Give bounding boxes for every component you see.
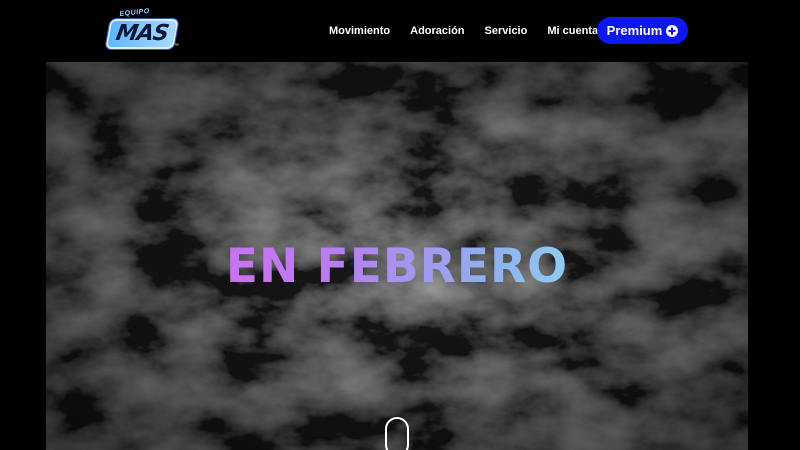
hero-banner: EN FEBRERO — [46, 62, 748, 450]
page: EQUIPO MAS ™ Movimiento Adoración Servic… — [0, 0, 800, 450]
main-nav: Movimiento Adoración Servicio Mi cuenta — [329, 24, 598, 38]
equipo-mas-logo[interactable]: EQUIPO MAS ™ — [105, 7, 180, 49]
logo-trademark: ™ — [174, 43, 179, 49]
nav-item-movimiento[interactable]: Movimiento — [329, 24, 390, 38]
plus-circle-icon — [666, 24, 679, 37]
logo-eyebrow-text: EQUIPO — [119, 7, 151, 18]
logo-wordmark: MAS — [105, 19, 179, 49]
nav-item-mi-cuenta[interactable]: Mi cuenta — [547, 24, 598, 38]
mouse-scroll-icon[interactable] — [385, 417, 409, 450]
nav-item-adoracion[interactable]: Adoración — [410, 24, 464, 38]
site-header: EQUIPO MAS ™ Movimiento Adoración Servic… — [0, 0, 800, 62]
hero-title: EN FEBRERO — [46, 238, 748, 296]
premium-button[interactable]: Premium — [597, 17, 688, 44]
nav-item-servicio[interactable]: Servicio — [485, 24, 528, 38]
premium-button-label: Premium — [606, 23, 663, 38]
